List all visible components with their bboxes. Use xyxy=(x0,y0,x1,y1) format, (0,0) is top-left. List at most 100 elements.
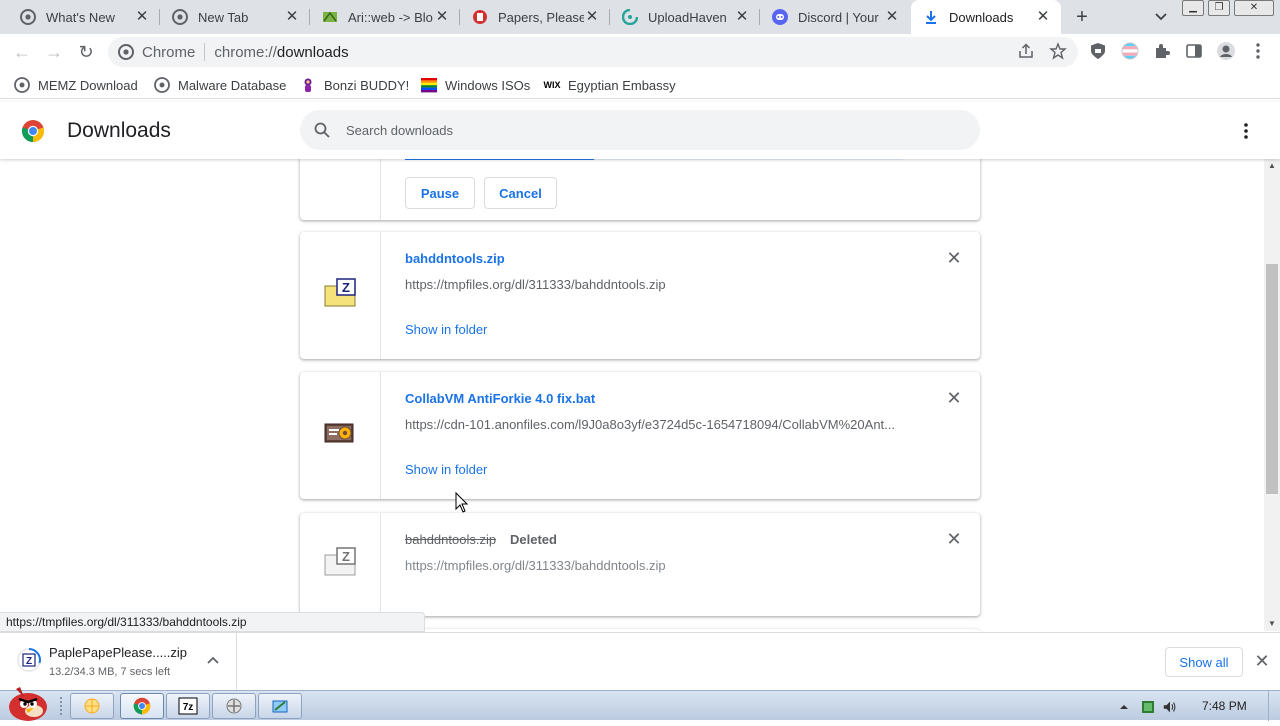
close-tab-icon[interactable]: ✕ xyxy=(1035,9,1051,25)
taskbar-app-button[interactable] xyxy=(212,693,256,719)
search-downloads-box[interactable] xyxy=(300,110,980,150)
tab-discord[interactable]: Discord | Your ✕ xyxy=(760,0,910,34)
address-bar[interactable]: Chrome chrome://downloads xyxy=(108,37,1078,67)
zip-file-progress-icon: Z xyxy=(17,647,41,673)
tab-downloads[interactable]: Downloads ✕ xyxy=(911,0,1061,34)
downloads-list: Pause Cancel Z bahddntools.zip https://t… xyxy=(0,159,1264,631)
tab-whats-new[interactable]: What's New ✕ xyxy=(8,0,160,34)
pause-button[interactable]: Pause xyxy=(405,177,475,209)
show-desktop-button[interactable] xyxy=(1268,691,1280,721)
show-all-button[interactable]: Show all xyxy=(1165,647,1243,677)
download-card: Z bahddntools.zip https://tmpfiles.org/d… xyxy=(300,232,980,359)
bookmark-memz-download[interactable]: MEMZ Download xyxy=(14,75,138,95)
file-icon-column: Z xyxy=(300,513,381,616)
download-filename: bahddntools.zip xyxy=(405,532,497,547)
bookmark-egyptian-embassy[interactable]: WIX Egyptian Embassy xyxy=(544,75,676,95)
download-card-deleted: Z bahddntools.zip Deleted https://tmpfil… xyxy=(300,513,980,616)
tab-title: Discord | Your xyxy=(798,9,879,25)
tab-title: Ari::web -> Blo xyxy=(348,9,433,25)
download-icon xyxy=(923,9,939,25)
search-input[interactable] xyxy=(346,122,946,138)
reload-button[interactable]: ↻ xyxy=(76,42,96,62)
scroll-up-arrow-icon[interactable]: ▲ xyxy=(1264,159,1280,173)
download-source-url[interactable]: https://tmpfiles.org/dl/311333/bahddntoo… xyxy=(405,558,905,573)
tab-title: UploadHaven xyxy=(648,9,727,25)
download-card-in-progress: Pause Cancel xyxy=(300,159,980,220)
close-tab-icon[interactable]: ✕ xyxy=(134,9,150,25)
remove-from-list-icon[interactable]: ✕ xyxy=(944,248,964,268)
back-button[interactable]: ← xyxy=(12,42,32,62)
volume-icon[interactable] xyxy=(1162,699,1178,715)
downloads-header: Downloads xyxy=(0,102,1280,159)
remove-from-list-icon[interactable]: ✕ xyxy=(944,388,964,408)
url-host: downloads xyxy=(276,43,349,61)
chevron-up-icon[interactable] xyxy=(205,653,221,669)
tab-ariweb[interactable]: Ari::web -> Blo ✕ xyxy=(310,0,460,34)
svg-text:Z: Z xyxy=(342,280,350,295)
tab-search-chevron-icon[interactable] xyxy=(1151,8,1171,26)
start-button-angry-bird-icon[interactable] xyxy=(2,683,52,721)
tab-uploadhaven[interactable]: UploadHaven ✕ xyxy=(610,0,760,34)
side-panel-icon[interactable] xyxy=(1184,41,1204,61)
restore-window-button[interactable]: ❐ xyxy=(1208,0,1230,16)
search-icon xyxy=(314,122,330,138)
download-filename-link[interactable]: bahddntools.zip xyxy=(405,251,505,266)
link-status-bubble: https://tmpfiles.org/dl/311333/bahddntoo… xyxy=(0,612,425,632)
page-scrollbar[interactable]: ▲ ▼ xyxy=(1264,159,1280,631)
uploadhaven-icon xyxy=(622,9,638,25)
extensions-puzzle-icon[interactable] xyxy=(1152,41,1172,61)
tab-papers-please[interactable]: Papers, Please ✕ xyxy=(460,0,610,34)
taskbar-7zip-button[interactable]: 7z xyxy=(166,693,210,719)
taskbar-tools-button[interactable] xyxy=(258,693,302,719)
bookmark-bonzi-buddy[interactable]: Bonzi BUDDY! xyxy=(300,75,409,95)
file-icon-column xyxy=(300,372,381,499)
taskbar-explorer-button[interactable] xyxy=(70,693,114,719)
taskbar-clock[interactable]: 7:48 PM xyxy=(1202,699,1247,713)
chrome-icon xyxy=(20,9,36,25)
batch-file-icon xyxy=(323,419,357,452)
show-in-folder-link[interactable]: Show in folder xyxy=(405,322,487,337)
chrome-menu-icon[interactable] xyxy=(1248,41,1268,61)
ublock-shield-icon[interactable] xyxy=(1088,41,1108,61)
discord-icon xyxy=(772,9,788,25)
close-tab-icon[interactable]: ✕ xyxy=(734,9,750,25)
download-card: CollabVM AntiForkie 4.0 fix.bat https://… xyxy=(300,372,980,499)
bookmark-star-icon[interactable] xyxy=(1048,41,1068,61)
globe-icon xyxy=(14,77,30,93)
bookmark-malware-database[interactable]: Malware Database xyxy=(154,75,286,95)
svg-text:Z: Z xyxy=(342,549,350,564)
profile-avatar-icon[interactable] xyxy=(1216,41,1236,61)
download-filename-link[interactable]: CollabVM AntiForkie 4.0 fix.bat xyxy=(405,391,595,406)
share-icon[interactable] xyxy=(1016,41,1036,61)
download-shelf: Z PaplePapePlease.....zip 13.2/34.3 MB, … xyxy=(0,632,1280,691)
scrollbar-thumb[interactable] xyxy=(1266,264,1278,494)
papers-please-icon xyxy=(472,9,488,25)
shelf-filename: PaplePapePlease.....zip xyxy=(49,645,188,660)
close-tab-icon[interactable]: ✕ xyxy=(584,9,600,25)
trans-flag-extension-icon[interactable] xyxy=(1120,41,1140,61)
download-source-url[interactable]: https://tmpfiles.org/dl/311333/bahddntoo… xyxy=(405,277,905,292)
tray-expand-icon[interactable] xyxy=(1116,699,1132,715)
show-in-folder-link[interactable]: Show in folder xyxy=(405,462,487,477)
svg-text:Z: Z xyxy=(26,656,32,667)
minimize-window-button[interactable]: ▁ xyxy=(1182,0,1204,16)
close-shelf-icon[interactable]: ✕ xyxy=(1254,652,1270,670)
taskbar-chrome-button[interactable] xyxy=(120,693,164,719)
remove-from-list-icon[interactable]: ✕ xyxy=(944,529,964,549)
scroll-down-arrow-icon[interactable]: ▼ xyxy=(1264,617,1280,631)
tab-new-tab[interactable]: New Tab ✕ xyxy=(160,0,310,34)
tray-network-icon[interactable] xyxy=(1140,699,1156,715)
new-tab-button[interactable]: + xyxy=(1071,7,1093,29)
bookmark-windows-isos[interactable]: Windows ISOs xyxy=(421,75,530,95)
close-window-button[interactable]: ✕ xyxy=(1234,0,1274,16)
forward-button[interactable]: → xyxy=(44,42,64,62)
mouse-cursor-icon xyxy=(455,492,469,513)
more-actions-icon[interactable] xyxy=(1236,120,1256,142)
close-tab-icon[interactable]: ✕ xyxy=(284,9,300,25)
close-tab-icon[interactable]: ✕ xyxy=(884,9,900,25)
bookmark-label: Malware Database xyxy=(178,77,287,93)
wix-icon: WIX xyxy=(543,80,561,90)
close-tab-icon[interactable]: ✕ xyxy=(434,9,450,25)
download-source-url[interactable]: https://cdn-101.anonfiles.com/l9J0a8o3yf… xyxy=(405,417,905,432)
cancel-button[interactable]: Cancel xyxy=(484,177,557,209)
